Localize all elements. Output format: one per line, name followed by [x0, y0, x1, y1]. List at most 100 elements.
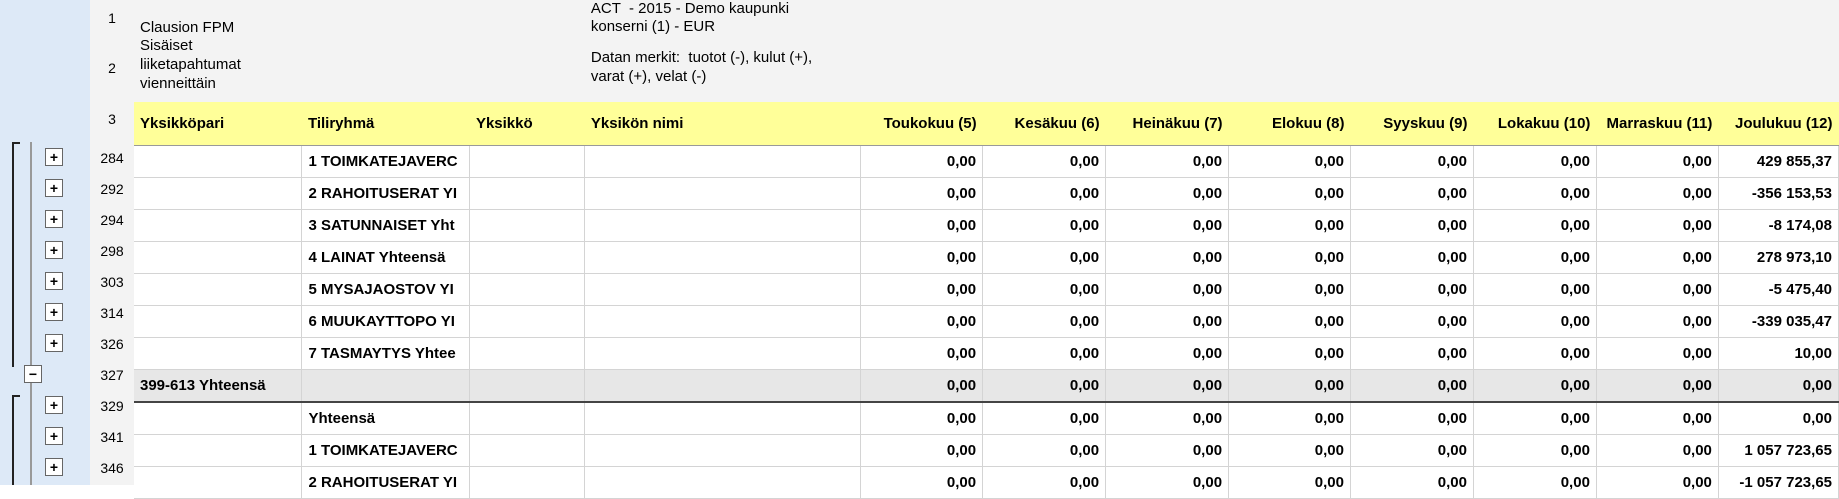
month-value-cell[interactable]: 0,00	[860, 145, 984, 178]
month-value-cell[interactable]: 0,00	[1350, 402, 1474, 435]
row-number[interactable]: 327	[90, 367, 134, 383]
unit-name-cell[interactable]	[584, 241, 862, 274]
expand-group-button[interactable]: +	[45, 179, 63, 197]
column-header[interactable]: Yksikön nimi	[584, 102, 861, 146]
month-value-cell[interactable]: 0,00	[982, 209, 1107, 242]
month-value-cell[interactable]: 0,00	[1473, 273, 1597, 306]
month-value-cell[interactable]: 0,00	[982, 145, 1107, 178]
account-group-cell[interactable]: 4 LAINAT Yhteensä	[301, 241, 471, 274]
unit-pair-cell[interactable]	[134, 145, 303, 178]
month-value-cell[interactable]: 0,00	[1105, 145, 1230, 178]
column-header[interactable]: Joulukuu (12)	[1718, 102, 1839, 146]
month-value-cell[interactable]: 0,00	[1228, 369, 1351, 403]
report-title[interactable]: Clausion FPM	[134, 0, 302, 36]
month-value-cell[interactable]: 0,00	[860, 241, 984, 274]
month-value-cell[interactable]: 0,00	[1350, 337, 1474, 370]
month-value-cell[interactable]: 0,00	[1105, 466, 1230, 499]
month-value-cell[interactable]: 0,00	[1350, 466, 1474, 499]
unit-cell[interactable]	[469, 177, 586, 210]
month-value-cell[interactable]: 0,00	[982, 273, 1107, 306]
unit-pair-cell[interactable]	[134, 402, 303, 435]
month-value-cell[interactable]: -339 035,47	[1718, 305, 1839, 338]
row-number[interactable]: 292	[90, 181, 134, 197]
month-value-cell[interactable]: 0,00	[1228, 177, 1351, 210]
unit-name-cell[interactable]	[584, 305, 862, 338]
month-value-cell[interactable]: 0,00	[1105, 369, 1230, 403]
month-value-cell[interactable]: 0,00	[1350, 145, 1474, 178]
month-value-cell[interactable]: 0,00	[982, 434, 1107, 467]
unit-cell[interactable]	[469, 337, 586, 370]
month-value-cell[interactable]: 0,00	[1228, 402, 1351, 435]
row-number[interactable]: 294	[90, 212, 134, 228]
month-value-cell[interactable]: 0,00	[982, 305, 1107, 338]
month-value-cell[interactable]: 0,00	[982, 402, 1107, 435]
unit-pair-cell[interactable]	[134, 466, 303, 499]
account-group-cell[interactable]: 2 RAHOITUSERAT YI	[301, 177, 471, 210]
month-value-cell[interactable]: 0,00	[1105, 273, 1230, 306]
cell[interactable]	[301, 36, 470, 102]
row-number[interactable]: 346	[90, 460, 134, 476]
month-value-cell[interactable]: 0,00	[860, 402, 984, 435]
expand-group-button[interactable]: +	[45, 272, 63, 290]
row-number[interactable]: 2	[90, 60, 134, 76]
unit-name-cell[interactable]	[584, 402, 862, 435]
month-value-cell[interactable]: 0,00	[1473, 241, 1597, 274]
row-number[interactable]: 298	[90, 243, 134, 259]
expand-group-button[interactable]: +	[45, 303, 63, 321]
month-value-cell[interactable]: 0,00	[860, 434, 984, 467]
month-value-cell[interactable]: 0,00	[860, 305, 984, 338]
column-header[interactable]: Elokuu (8)	[1228, 102, 1351, 146]
account-group-cell[interactable]: 7 TASMAYTYS Yhtee	[301, 337, 471, 370]
cell[interactable]	[1105, 0, 1839, 36]
month-value-cell[interactable]: 278 973,10	[1718, 241, 1839, 274]
column-header[interactable]: Syyskuu (9)	[1350, 102, 1474, 146]
expand-group-button[interactable]: +	[45, 210, 63, 228]
unit-pair-cell[interactable]	[134, 434, 303, 467]
month-value-cell[interactable]: 0,00	[1596, 177, 1719, 210]
month-value-cell[interactable]: 0,00	[1473, 209, 1597, 242]
account-group-cell[interactable]: 5 MYSAJAOSTOV YI	[301, 273, 471, 306]
unit-cell[interactable]	[469, 241, 586, 274]
spreadsheet-grid[interactable]: Clausion FPM ACT - 2015 - Demo kaupunki …	[134, 0, 1839, 499]
unit-cell[interactable]	[469, 209, 586, 242]
unit-name-cell[interactable]	[584, 145, 862, 178]
month-value-cell[interactable]: 0,00	[1718, 369, 1839, 403]
month-value-cell[interactable]: 0,00	[1105, 337, 1230, 370]
month-value-cell[interactable]: 0,00	[860, 209, 984, 242]
expand-group-button[interactable]: +	[45, 241, 63, 259]
month-value-cell[interactable]: 0,00	[982, 177, 1107, 210]
account-group-cell[interactable]: 2 RAHOITUSERAT YI	[301, 466, 471, 499]
row-number[interactable]: 329	[90, 398, 134, 414]
column-header[interactable]: Marraskuu (11)	[1596, 102, 1719, 146]
unit-name-cell[interactable]	[584, 466, 862, 499]
month-value-cell[interactable]: 0,00	[860, 273, 984, 306]
account-group-cell[interactable]	[301, 369, 471, 403]
month-value-cell[interactable]: 0,00	[1105, 177, 1230, 210]
month-value-cell[interactable]: 10,00	[1718, 337, 1839, 370]
month-value-cell[interactable]: 0,00	[1473, 466, 1597, 499]
expand-group-button[interactable]: +	[45, 458, 63, 476]
cell[interactable]	[1105, 36, 1839, 102]
collapse-group-button[interactable]: −	[24, 365, 42, 383]
report-context[interactable]: ACT - 2015 - Demo kaupunki konserni (1) …	[584, 0, 1106, 36]
month-value-cell[interactable]: -5 475,40	[1718, 273, 1839, 306]
column-header[interactable]: Yksikkö	[469, 102, 585, 146]
month-value-cell[interactable]: 0,00	[1228, 273, 1351, 306]
month-value-cell[interactable]: 0,00	[1596, 466, 1719, 499]
expand-group-button[interactable]: +	[45, 427, 63, 445]
month-value-cell[interactable]: 0,00	[1350, 273, 1474, 306]
column-header[interactable]: Tiliryhmä	[301, 102, 470, 146]
month-value-cell[interactable]: 0,00	[1228, 305, 1351, 338]
month-value-cell[interactable]: 0,00	[1596, 434, 1719, 467]
month-value-cell[interactable]: 0,00	[1596, 305, 1719, 338]
month-value-cell[interactable]: -8 174,08	[1718, 209, 1839, 242]
month-value-cell[interactable]: 0,00	[1105, 402, 1230, 435]
month-value-cell[interactable]: 0,00	[982, 466, 1107, 499]
unit-cell[interactable]	[469, 273, 586, 306]
unit-cell[interactable]	[469, 305, 586, 338]
account-group-cell[interactable]: 3 SATUNNAISET Yht	[301, 209, 471, 242]
unit-name-cell[interactable]	[584, 369, 862, 403]
column-header[interactable]: Lokakuu (10)	[1473, 102, 1597, 146]
month-value-cell[interactable]: 0,00	[860, 177, 984, 210]
account-group-cell[interactable]: Yhteensä	[301, 402, 471, 435]
